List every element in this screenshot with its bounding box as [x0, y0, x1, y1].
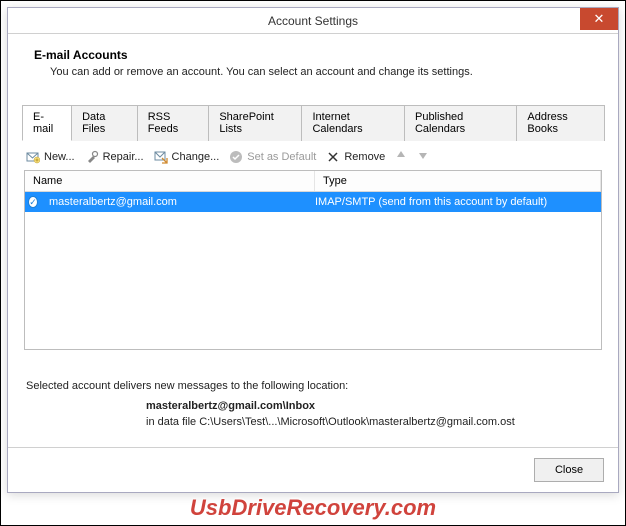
tab-label: E-mail: [33, 111, 53, 135]
new-icon: [26, 150, 40, 164]
delivery-path: in data file C:\Users\Test\...\Microsoft…: [26, 416, 600, 428]
move-down-button: [417, 149, 429, 164]
header-block: E-mail Accounts You can add or remove an…: [8, 34, 618, 84]
tab-email[interactable]: E-mail: [22, 105, 72, 141]
arrow-up-icon: [395, 149, 407, 161]
toolbar: New... Repair... Change... Set as Defaul…: [8, 141, 618, 170]
tab-label: RSS Feeds: [148, 111, 179, 135]
column-name[interactable]: Name: [25, 171, 315, 191]
table-row[interactable]: ✓ masteralbertz@gmail.com IMAP/SMTP (sen…: [25, 192, 601, 212]
change-icon: [154, 150, 168, 164]
repair-label: Repair...: [103, 151, 144, 163]
tab-strip: E-mail Data Files RSS Feeds SharePoint L…: [22, 104, 604, 141]
watermark-text: UsbDriveRecovery.com: [190, 495, 436, 521]
tab-label: Address Books: [527, 111, 567, 135]
dialog-title: Account Settings: [268, 14, 358, 28]
window-close-button[interactable]: ✕: [580, 8, 618, 30]
default-account-icon: ✓: [25, 196, 43, 208]
column-type[interactable]: Type: [315, 171, 601, 191]
change-label: Change...: [172, 151, 220, 163]
delivery-info: Selected account delivers new messages t…: [26, 380, 600, 428]
titlebar: Account Settings ✕: [8, 8, 618, 34]
account-type-cell: IMAP/SMTP (send from this account by def…: [309, 196, 601, 208]
tab-sharepoint-lists[interactable]: SharePoint Lists: [208, 105, 302, 141]
tab-label: SharePoint Lists: [219, 111, 273, 135]
default-label: Set as Default: [247, 151, 316, 163]
arrow-down-icon: [417, 149, 429, 161]
new-label: New...: [44, 151, 75, 163]
tab-label: Internet Calendars: [312, 111, 362, 135]
account-settings-dialog: Account Settings ✕ E-mail Accounts You c…: [7, 7, 619, 493]
repair-button[interactable]: Repair...: [85, 150, 144, 164]
column-headers: Name Type: [25, 171, 601, 192]
check-icon: [229, 150, 243, 164]
account-list: Name Type ✓ masteralbertz@gmail.com IMAP…: [24, 170, 602, 350]
close-icon: ✕: [594, 11, 605, 27]
info-line-1: Selected account delivers new messages t…: [26, 380, 600, 392]
remove-button[interactable]: Remove: [326, 150, 385, 164]
dialog-footer: Close: [8, 447, 618, 492]
tab-address-books[interactable]: Address Books: [516, 105, 605, 141]
tab-rss-feeds[interactable]: RSS Feeds: [137, 105, 210, 141]
move-up-button: [395, 149, 407, 164]
close-button[interactable]: Close: [534, 458, 604, 482]
remove-label: Remove: [344, 151, 385, 163]
set-default-button: Set as Default: [229, 150, 316, 164]
watermark: UsbDriveRecovery.com: [1, 495, 625, 521]
tab-internet-calendars[interactable]: Internet Calendars: [301, 105, 405, 141]
account-name-cell: masteralbertz@gmail.com: [43, 196, 309, 208]
tab-data-files[interactable]: Data Files: [71, 105, 138, 141]
new-button[interactable]: New...: [26, 150, 75, 164]
header-title: E-mail Accounts: [34, 48, 600, 62]
tab-label: Data Files: [82, 111, 105, 135]
change-button[interactable]: Change...: [154, 150, 220, 164]
header-description: You can add or remove an account. You ca…: [34, 66, 600, 78]
repair-icon: [85, 150, 99, 164]
tab-label: Published Calendars: [415, 111, 465, 135]
tab-published-calendars[interactable]: Published Calendars: [404, 105, 517, 141]
remove-icon: [326, 150, 340, 164]
delivery-target: masteralbertz@gmail.com\Inbox: [26, 400, 600, 412]
